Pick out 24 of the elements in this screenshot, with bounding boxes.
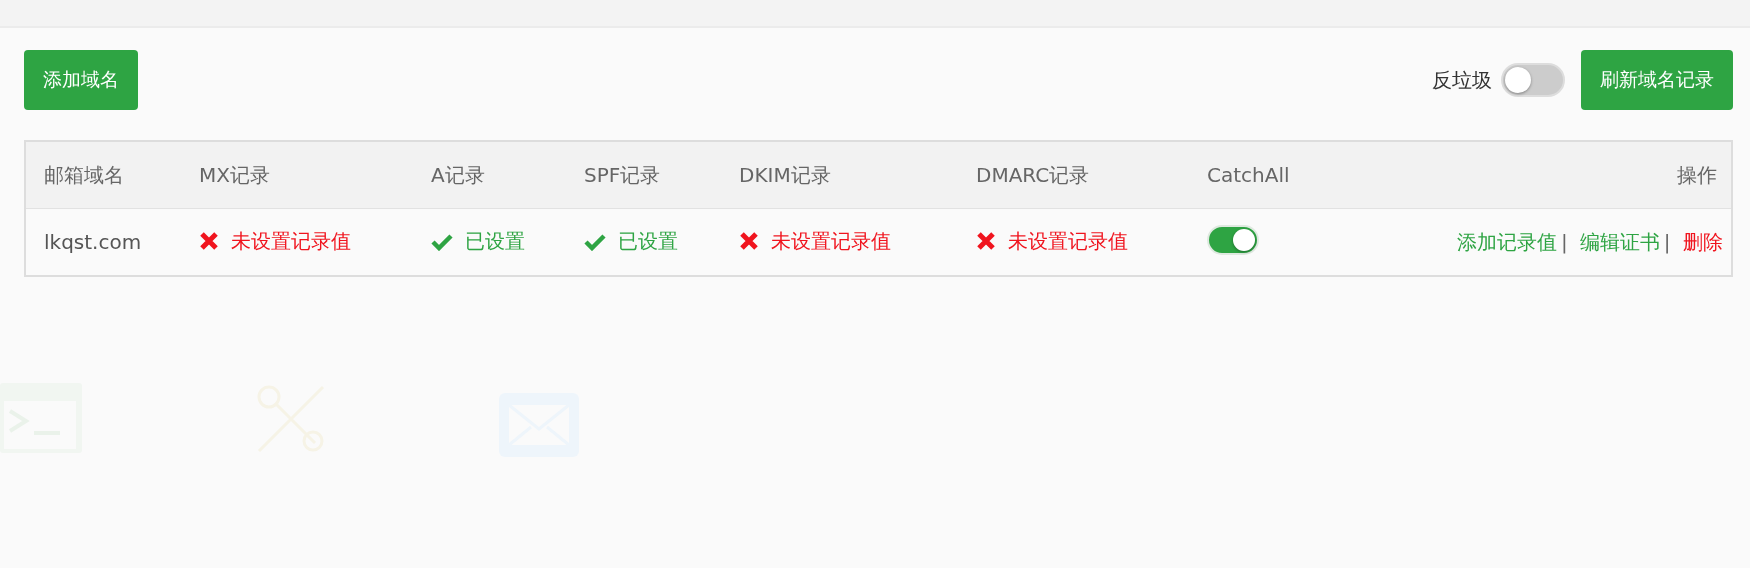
delete-link[interactable]: 删除	[1682, 229, 1723, 254]
column-header: 操作	[1439, 141, 1732, 209]
column-header: CatchAll	[1189, 141, 1439, 209]
column-header: MX记录	[181, 141, 413, 209]
record-status: 未设置记录值	[231, 227, 351, 255]
column-header: A记录	[413, 141, 566, 209]
record-status: 未设置记录值	[771, 227, 891, 255]
column-header: DKIM记录	[721, 141, 958, 209]
column-header: 邮箱域名	[25, 141, 181, 209]
domain-cell: lkqst.com	[25, 208, 181, 276]
toggle-switch[interactable]	[1207, 224, 1259, 255]
action-link[interactable]: 编辑证书	[1579, 229, 1660, 254]
column-header: SPF记录	[566, 141, 721, 209]
column-header: DMARC记录	[958, 141, 1189, 209]
separator: |	[1561, 229, 1568, 254]
antispam-label: 反垃圾	[1432, 66, 1492, 94]
refresh-button[interactable]: 刷新域名记录	[1581, 50, 1733, 110]
toggle-switch[interactable]	[1501, 63, 1565, 97]
separator: |	[1663, 229, 1671, 254]
record-status: 未设置记录值	[1008, 227, 1128, 255]
record-status: 已设置	[618, 228, 678, 256]
record-status: 已设置	[465, 228, 525, 256]
action-link[interactable]: 添加记录值	[1457, 229, 1557, 254]
add-domain-button[interactable]: 添加域名	[24, 50, 138, 110]
